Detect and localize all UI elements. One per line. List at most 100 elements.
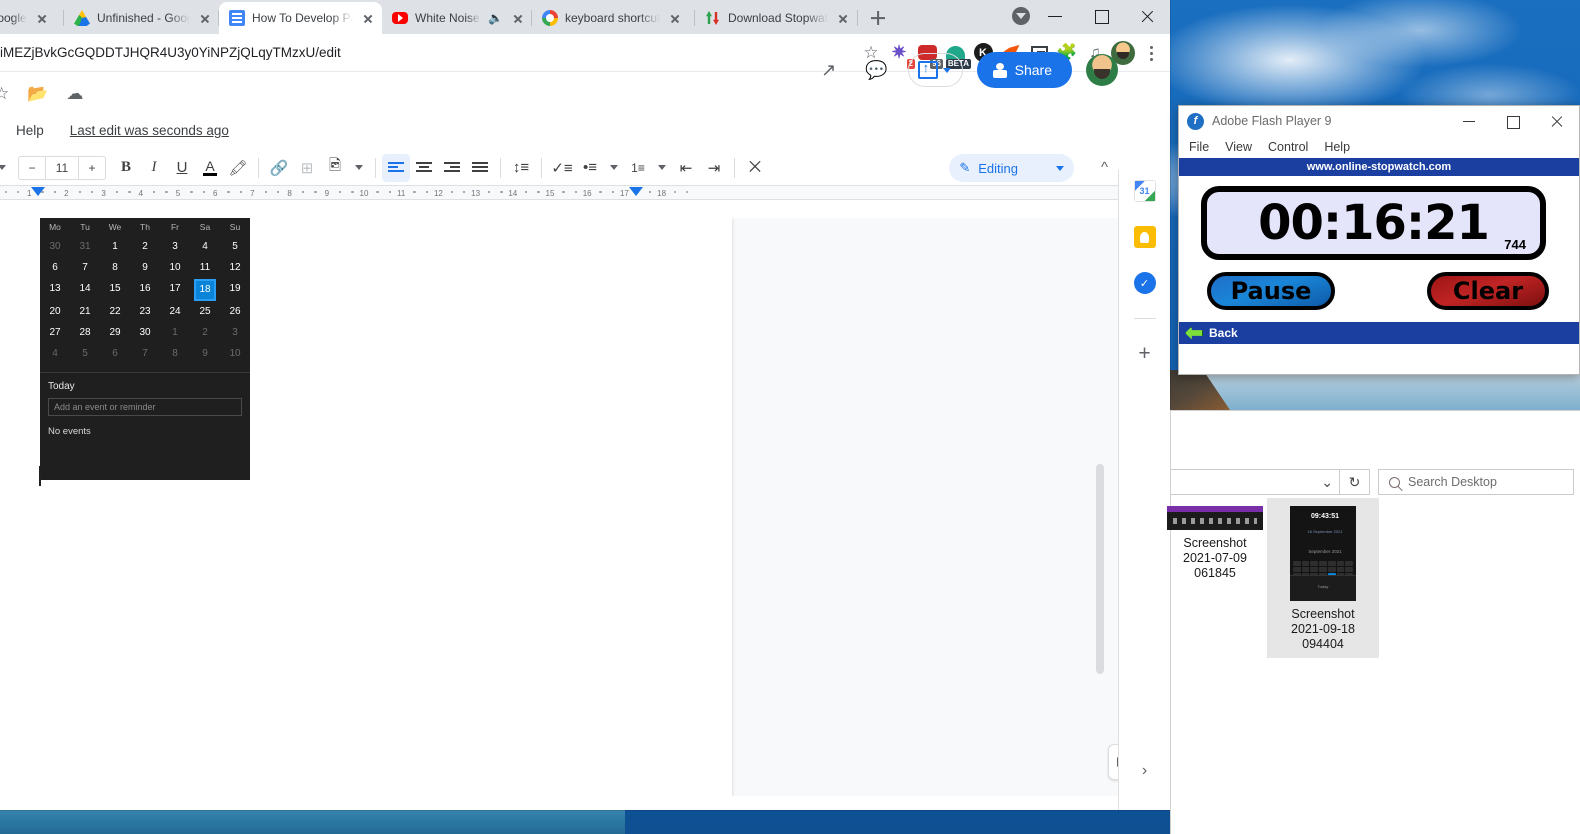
calendar-day[interactable]: 12 bbox=[220, 260, 250, 276]
refresh-button[interactable]: ↻ bbox=[1340, 469, 1370, 495]
upload-button[interactable] bbox=[907, 53, 963, 87]
italic-button[interactable]: I bbox=[140, 154, 168, 182]
calendar-day[interactable]: 27 bbox=[40, 325, 70, 341]
calendar-day[interactable]: 29 bbox=[100, 325, 130, 341]
align-justify-button[interactable] bbox=[466, 154, 494, 182]
calendar-day[interactable]: 4 bbox=[190, 239, 220, 255]
line-spacing-button[interactable]: ↕≡ bbox=[507, 154, 535, 182]
browser-tab-3[interactable]: White Noise Bl 🔈 bbox=[382, 2, 532, 34]
calendar-day[interactable]: 8 bbox=[160, 346, 190, 362]
calendar-day[interactable]: 1 bbox=[100, 239, 130, 255]
tab-close-icon[interactable] bbox=[360, 10, 376, 26]
calendar-day[interactable]: 5 bbox=[70, 346, 100, 362]
add-on-plus-icon[interactable]: + bbox=[1134, 342, 1156, 365]
align-center-button[interactable] bbox=[410, 154, 438, 182]
tab-close-icon[interactable] bbox=[835, 10, 851, 26]
browser-tab-2-active[interactable]: How To Develop Pa bbox=[219, 2, 382, 34]
bulleted-list-button[interactable]: •≡ bbox=[576, 154, 604, 182]
calendar-day[interactable]: 20 bbox=[40, 304, 70, 320]
tab-search-icon[interactable] bbox=[1012, 7, 1030, 25]
minimize-icon[interactable] bbox=[1447, 106, 1491, 136]
calendar-day[interactable]: 23 bbox=[130, 304, 160, 320]
address-path-field[interactable]: ⌄ bbox=[1171, 469, 1340, 495]
close-button[interactable] bbox=[1124, 0, 1170, 32]
numbered-list-chevron-icon[interactable] bbox=[652, 154, 672, 182]
underline-button[interactable]: U bbox=[168, 154, 196, 182]
calendar-day[interactable]: 2 bbox=[130, 239, 160, 255]
menu-item-help[interactable]: Help bbox=[16, 123, 44, 138]
calendar-day[interactable]: 24 bbox=[160, 304, 190, 320]
more-formats-chevron-icon[interactable] bbox=[0, 154, 12, 182]
font-size-stepper[interactable]: − 11 + bbox=[18, 155, 106, 180]
calendar-day[interactable]: 21 bbox=[70, 304, 100, 320]
calendar-day[interactable]: 13 bbox=[40, 281, 70, 299]
browser-tab-0[interactable]: rive - Google bbox=[0, 2, 64, 34]
search-input[interactable]: Search Desktop bbox=[1378, 469, 1574, 495]
add-comment-button[interactable]: ⊞ bbox=[293, 154, 321, 182]
calendar-day[interactable]: 19 bbox=[220, 281, 250, 299]
chevron-down-icon[interactable]: ⌄ bbox=[1321, 474, 1333, 491]
bold-button[interactable]: B bbox=[112, 154, 140, 182]
list-item[interactable]: Screenshot 2021-07-09 061845 bbox=[1159, 506, 1271, 581]
calendar-day[interactable]: 30 bbox=[40, 239, 70, 255]
highlight-color-button[interactable]: 🖍 bbox=[224, 154, 252, 182]
share-button[interactable]: Share bbox=[976, 52, 1072, 88]
browser-tab-4[interactable]: keyboard shortcut bbox=[532, 2, 695, 34]
new-tab-button[interactable] bbox=[864, 4, 892, 32]
increase-indent-button[interactable]: ⇥ bbox=[700, 154, 728, 182]
calendar-day[interactable]: 9 bbox=[190, 346, 220, 362]
calendar-day[interactable]: 17 bbox=[160, 281, 190, 299]
browser-tab-5[interactable]: Download Stopwat bbox=[695, 2, 858, 34]
calendar-day[interactable]: 5 bbox=[220, 239, 250, 255]
calendar-day[interactable]: 7 bbox=[130, 346, 160, 362]
clear-button[interactable]: Clear bbox=[1427, 272, 1549, 310]
document-page[interactable]: Mo Tu We Th Fr Sa Su 30 31 1 2 3 4 5 6 7 8 9 10 11 12 13 14 15… bbox=[0, 218, 732, 796]
calendar-day[interactable]: 3 bbox=[220, 325, 250, 341]
numbered-list-button[interactable]: 1≡ bbox=[624, 154, 652, 182]
back-bar[interactable]: Back bbox=[1179, 322, 1579, 344]
clear-formatting-button[interactable]: ⨉ bbox=[741, 154, 769, 182]
browser-tab-1[interactable]: Unfinished - Googl bbox=[64, 2, 219, 34]
chrome-menu-icon[interactable] bbox=[1138, 40, 1164, 66]
font-size-increase[interactable]: + bbox=[79, 157, 105, 179]
document-scrollbar[interactable] bbox=[1096, 464, 1104, 674]
text-color-button[interactable]: A bbox=[196, 154, 224, 182]
flash-menu-item-control[interactable]: Control bbox=[1268, 140, 1308, 154]
user-avatar[interactable] bbox=[1086, 54, 1118, 86]
maximize-button[interactable] bbox=[1078, 0, 1124, 32]
activity-dashboard-icon[interactable]: ↗ bbox=[812, 53, 846, 87]
list-item[interactable]: 09:43:51 18 September 2021 September 202… bbox=[1267, 498, 1379, 658]
calendar-day[interactable]: 26 bbox=[220, 304, 250, 320]
calendar-day[interactable]: 30 bbox=[130, 325, 160, 341]
flash-title-bar[interactable]: f Adobe Flash Player 9 bbox=[1179, 106, 1579, 136]
calendar-screenshot-image[interactable]: Mo Tu We Th Fr Sa Su 30 31 1 2 3 4 5 6 7 8 9 10 11 12 13 14 15… bbox=[40, 218, 250, 480]
insert-link-button[interactable]: 🔗 bbox=[265, 154, 293, 182]
maximize-icon[interactable] bbox=[1491, 106, 1535, 136]
move-to-folder-icon[interactable]: 📂 bbox=[27, 84, 48, 104]
hide-menus-chevron-icon[interactable]: ^ bbox=[1101, 159, 1108, 176]
align-right-button[interactable] bbox=[438, 154, 466, 182]
calendar-day[interactable]: 14 bbox=[70, 281, 100, 299]
decrease-indent-button[interactable]: ⇤ bbox=[672, 154, 700, 182]
address-bar-url[interactable]: iMEZjBvkGcGQDDTJHQR4U3y0YiNPZjQLqyTMzxU/… bbox=[0, 45, 856, 60]
google-keep-icon[interactable] bbox=[1133, 226, 1156, 248]
calendar-day[interactable]: 10 bbox=[160, 260, 190, 276]
insert-image-chevron-icon[interactable] bbox=[349, 154, 369, 182]
calendar-day[interactable]: 8 bbox=[100, 260, 130, 276]
calendar-day[interactable]: 15 bbox=[100, 281, 130, 299]
calendar-day[interactable]: 1 bbox=[160, 325, 190, 341]
calendar-day[interactable]: 10 bbox=[220, 346, 250, 362]
star-icon[interactable]: ☆ bbox=[0, 84, 9, 104]
insert-image-button[interactable]: 🖻 bbox=[321, 154, 349, 182]
bulleted-list-chevron-icon[interactable] bbox=[604, 154, 624, 182]
left-margin-marker[interactable] bbox=[31, 187, 45, 196]
calendar-day[interactable]: 31 bbox=[70, 239, 100, 255]
pause-button[interactable]: Pause bbox=[1207, 272, 1335, 310]
calendar-day[interactable]: 25 bbox=[190, 304, 220, 320]
tab-close-icon[interactable] bbox=[197, 10, 213, 26]
minimize-button[interactable] bbox=[1032, 0, 1078, 32]
expand-side-panel-button[interactable]: › bbox=[1142, 762, 1147, 780]
calendar-day[interactable]: 6 bbox=[100, 346, 130, 362]
last-edit-status[interactable]: Last edit was seconds ago bbox=[70, 123, 229, 138]
flash-menu-item-view[interactable]: View bbox=[1225, 140, 1252, 154]
